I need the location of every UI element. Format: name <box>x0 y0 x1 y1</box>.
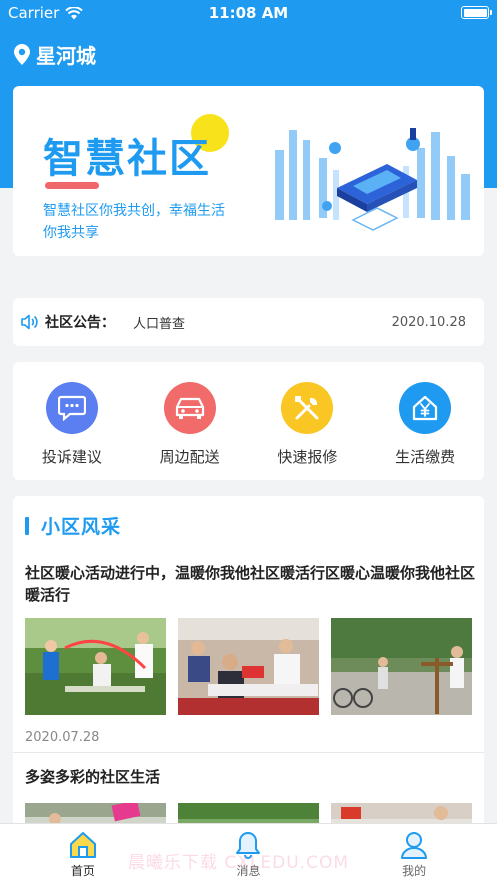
yen-house-icon <box>399 382 452 434</box>
notice-bar[interactable]: 社区公告： 人口普查 2020.10.28 <box>13 298 484 346</box>
service-label: 周边配送 <box>159 448 220 466</box>
service-complaint[interactable]: 投诉建议 <box>17 382 127 480</box>
speaker-icon <box>21 314 38 330</box>
user-icon <box>401 832 428 859</box>
section-marker <box>25 516 29 535</box>
notice-label: 社区公告： <box>45 315 115 331</box>
bell-icon <box>236 832 261 859</box>
tab-bar: 首页 消息 我的 <box>0 823 497 883</box>
banner-subtitle: 智慧社区你我共创，幸福生活你我共享 <box>43 203 225 241</box>
location-pin-icon <box>14 44 30 65</box>
tab-label: 消息 <box>236 864 261 878</box>
banner-title: 智慧社区 <box>43 136 211 182</box>
divider <box>13 752 484 753</box>
location-selector[interactable]: 星河城 <box>14 40 96 69</box>
battery-icon <box>461 6 492 19</box>
news-title[interactable]: 社区暖心活动进行中，温暖你我他社区暖活行区暖心温暖你我他社区暖活行 <box>25 562 475 606</box>
car-icon <box>163 382 216 434</box>
tab-home[interactable]: 首页 <box>33 824 133 883</box>
banner[interactable]: 智慧社区 智慧社区你我共创，幸福生活你我共享 <box>13 86 484 256</box>
clock: 11:08 AM <box>208 4 289 22</box>
tab-label: 首页 <box>70 864 95 878</box>
tab-label: 我的 <box>402 864 427 878</box>
status-bar: Carrier 11:08 AM <box>0 0 497 26</box>
location-name: 星河城 <box>36 44 96 68</box>
service-label: 快速报修 <box>277 448 338 466</box>
news-photo-outdoor-exercise[interactable] <box>331 618 472 715</box>
section-header: 小区风采 <box>25 512 121 539</box>
banner-underline <box>45 182 99 189</box>
news-title[interactable]: 多姿多彩的社区生活 <box>25 766 160 787</box>
service-repair[interactable]: 快速报修 <box>252 382 362 480</box>
service-delivery[interactable]: 周边配送 <box>135 382 245 480</box>
news-photo-health-check[interactable] <box>178 618 319 715</box>
service-grid: 投诉建议 周边配送 快速报修 生活缴费 <box>13 362 484 480</box>
service-label: 生活缴费 <box>395 448 456 466</box>
tab-profile[interactable]: 我的 <box>364 824 464 883</box>
smart-city-illustration <box>275 128 470 231</box>
news-date: 2020.07.28 <box>25 730 100 745</box>
chat-bubble-icon <box>45 382 98 434</box>
notice-title[interactable]: 人口普查 <box>133 313 185 332</box>
news-image-row <box>25 618 472 715</box>
home-icon <box>69 832 96 858</box>
news-photo-volunteers[interactable] <box>25 618 166 715</box>
service-label: 投诉建议 <box>41 448 102 466</box>
tab-messages[interactable]: 消息 <box>198 824 298 883</box>
service-payment[interactable]: 生活缴费 <box>370 382 480 480</box>
notice-date: 2020.10.28 <box>391 314 466 330</box>
section-title: 小区风采 <box>41 516 122 538</box>
tools-icon <box>281 382 334 434</box>
